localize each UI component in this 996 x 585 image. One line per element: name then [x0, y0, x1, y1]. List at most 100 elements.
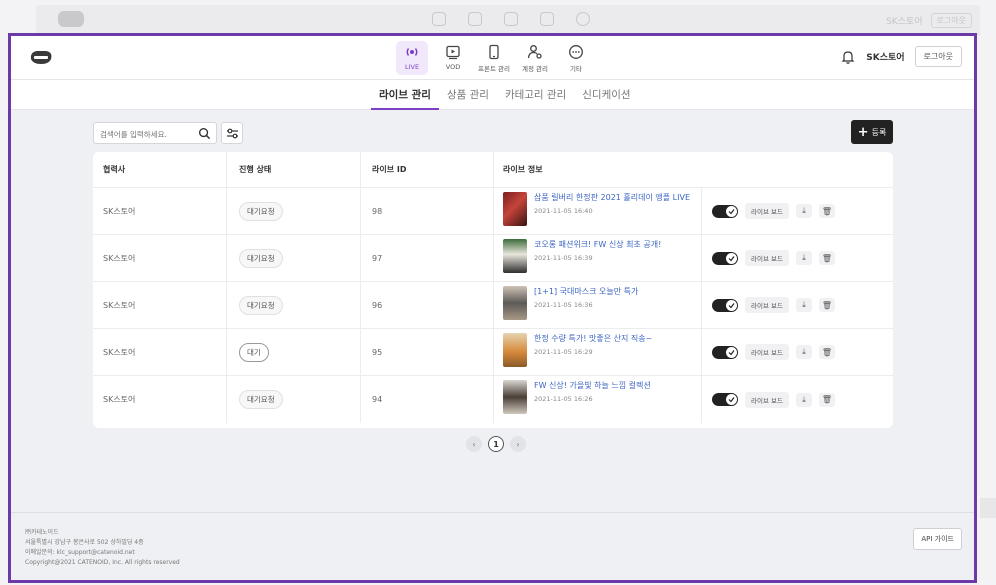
live-id-cell: 94 — [360, 376, 493, 423]
trash-icon[interactable]: 🗑 — [818, 298, 835, 312]
background-edge — [980, 498, 996, 518]
partner-cell: SK스토어 — [103, 395, 136, 404]
status-badge: 대기요청 — [239, 248, 283, 268]
toolbar: + 등록 — [93, 120, 893, 146]
row-actions: 라이브 보드 ⤓ 🗑 — [701, 188, 835, 234]
logout-button[interactable]: 로그아웃 — [914, 46, 962, 67]
background-app-header: SK스토어 로그아웃 — [36, 5, 980, 35]
download-icon[interactable]: ⤓ — [795, 298, 812, 312]
plus-icon: + — [857, 124, 869, 140]
tab-syndication[interactable]: 신디케이션 — [574, 80, 638, 110]
tab-category-manage[interactable]: 카테고리 관리 — [497, 80, 574, 110]
filter-button[interactable] — [221, 122, 243, 144]
table-row[interactable]: SK스토어 대기요청 97 코오롱 패션위크! FW 신상 최초 공개! 202… — [93, 235, 893, 282]
partner-cell: SK스토어 — [103, 300, 136, 310]
live-icon — [406, 48, 418, 56]
live-title-link[interactable]: FW 신상! 가을빛 하늘 느낌 컬렉션 — [534, 380, 699, 391]
register-button[interactable]: + 등록 — [851, 120, 893, 144]
live-time: 2021-11-05 16:36 — [534, 301, 593, 309]
live-info-cell: 삼품 릴버리 한정판 2021 홀리데이 앵플 LIVE 2021-11-05 … — [493, 188, 893, 234]
download-icon[interactable]: ⤓ — [795, 204, 812, 218]
filter-icon — [227, 128, 238, 139]
search-box — [93, 122, 217, 144]
download-icon[interactable]: ⤓ — [795, 392, 812, 407]
live-toggle[interactable] — [712, 204, 738, 218]
status-badge: 대기요청 — [239, 390, 283, 409]
table-row[interactable]: SK스토어 대기요청 98 삼품 릴버리 한정판 2021 홀리데이 앵플 LI… — [93, 188, 893, 235]
live-info-cell: FW 신상! 가을빛 하늘 느낌 컬렉션 2021-11-05 16:26 라이… — [493, 376, 893, 423]
header-status: 진행 상태 — [226, 152, 360, 187]
nav-etc-label: 기타 — [570, 65, 582, 73]
page-button-current[interactable]: 1 — [488, 436, 504, 452]
table-row[interactable]: SK스토어 대기 95 한정 수량 특가! 맛좋은 산지 직송~ 2021-11… — [93, 329, 893, 376]
trash-icon[interactable]: 🗑 — [818, 345, 835, 359]
app-window: LIVE VOD 프론트 관리 계정 관리 기타 SK스토어 로그아웃 라이브 … — [8, 33, 977, 583]
check-icon — [728, 302, 735, 308]
live-board-button[interactable]: 라이브 보드 — [745, 391, 789, 408]
trash-icon[interactable]: 🗑 — [818, 392, 835, 407]
trash-icon[interactable]: 🗑 — [818, 251, 835, 265]
download-icon[interactable]: ⤓ — [795, 345, 812, 359]
bell-icon[interactable] — [840, 49, 856, 65]
download-icon[interactable]: ⤓ — [795, 251, 812, 265]
live-thumbnail[interactable] — [503, 333, 527, 367]
nav-front-manage[interactable]: 프론트 관리 — [478, 41, 510, 75]
nav-live-label: LIVE — [404, 63, 420, 71]
status-badge: 대기요청 — [239, 295, 283, 315]
status-badge: 대기 — [239, 342, 269, 362]
live-thumbnail[interactable] — [503, 286, 527, 320]
nav-vod[interactable]: VOD — [437, 41, 469, 75]
prev-page-button[interactable]: ‹ — [466, 436, 482, 452]
live-toggle[interactable] — [712, 251, 738, 265]
status-cell: 대기요청 — [226, 376, 360, 423]
live-toggle[interactable] — [712, 298, 738, 312]
tab-live-manage[interactable]: 라이브 관리 — [371, 80, 439, 110]
trash-icon[interactable]: 🗑 — [818, 204, 835, 218]
search-input[interactable] — [100, 127, 190, 141]
nav-etc[interactable]: 기타 — [560, 41, 592, 75]
live-info-cell: 한정 수량 특가! 맛좋은 산지 직송~ 2021-11-05 16:29 라이… — [493, 329, 893, 375]
live-thumbnail[interactable] — [503, 192, 527, 226]
background-mobile-icon — [504, 12, 518, 26]
live-title-link[interactable]: 삼품 릴버리 한정판 2021 홀리데이 앵플 LIVE — [534, 192, 699, 203]
live-board-button[interactable]: 라이브 보드 — [745, 344, 789, 360]
check-icon — [728, 208, 735, 214]
check-icon — [728, 349, 735, 355]
user-name: SK스토어 — [866, 53, 905, 63]
live-title-link[interactable]: 한정 수량 특가! 맛좋은 산지 직송~ — [534, 333, 699, 344]
api-guide-button[interactable]: API 가이드 — [913, 528, 962, 550]
live-thumbnail[interactable] — [503, 380, 527, 414]
partner-cell: SK스토어 — [103, 206, 136, 216]
user-settings-icon — [527, 45, 542, 59]
live-board-button[interactable]: 라이브 보드 — [745, 297, 789, 313]
table-row[interactable]: SK스토어 대기요청 96 [1+1] 국대마스크 오늘만 특가 2021-11… — [93, 282, 893, 329]
live-toggle[interactable] — [712, 393, 738, 406]
live-toggle[interactable] — [712, 345, 738, 359]
table-row[interactable]: SK스토어 대기요청 94 FW 신상! 가을빛 하늘 느낌 컬렉션 2021-… — [93, 376, 893, 423]
live-board-button[interactable]: 라이브 보드 — [745, 203, 789, 219]
row-actions: 라이브 보드 ⤓ 🗑 — [701, 235, 835, 281]
background-live-icon — [432, 12, 446, 26]
company-email: 이메일문의: klc_support@catenoid.net — [25, 549, 135, 556]
live-time: 2021-11-05 16:26 — [534, 395, 593, 403]
next-page-button[interactable]: › — [510, 436, 526, 452]
live-title-link[interactable]: [1+1] 국대마스크 오늘만 특가 — [534, 286, 699, 297]
nav-vod-label: VOD — [445, 63, 461, 71]
nav-live[interactable]: LIVE — [396, 41, 428, 75]
nav-account-manage-label: 계정 관리 — [522, 65, 548, 73]
live-title-link[interactable]: 코오롱 패션위크! FW 신상 최초 공개! — [534, 239, 699, 250]
status-cell: 대기요청 — [226, 282, 360, 328]
background-user-icon — [540, 12, 554, 26]
search-icon[interactable] — [198, 127, 211, 140]
live-time: 2021-11-05 16:29 — [534, 348, 593, 356]
status-badge: 대기요청 — [239, 201, 283, 221]
tab-product-manage[interactable]: 상품 관리 — [439, 80, 497, 110]
pagination: ‹ 1 › — [466, 436, 526, 452]
vod-icon — [446, 45, 460, 60]
header-live-info: 라이브 정보 — [493, 152, 893, 187]
check-icon — [728, 397, 735, 403]
nav-account-manage[interactable]: 계정 관리 — [519, 41, 551, 75]
partner-cell: SK스토어 — [103, 347, 136, 357]
live-board-button[interactable]: 라이브 보드 — [745, 250, 789, 266]
live-thumbnail[interactable] — [503, 239, 527, 273]
